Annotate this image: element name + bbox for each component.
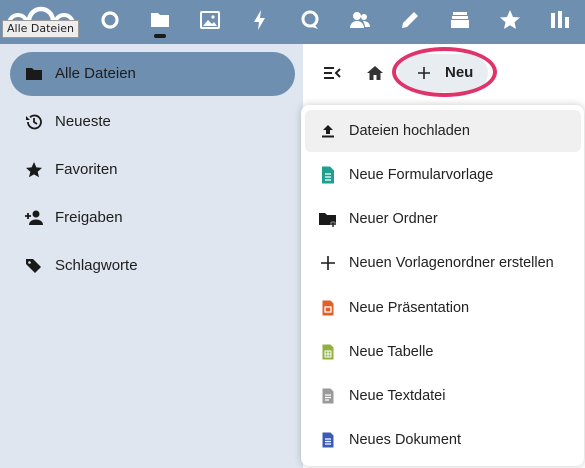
breadcrumb-home-button[interactable] <box>365 63 385 83</box>
menu-item-label: Neues Dokument <box>349 432 462 448</box>
sidebar-item-label: Neueste <box>55 113 111 130</box>
tooltip: Alle Dateien <box>2 20 79 38</box>
new-folder-icon <box>318 209 338 229</box>
new-menu-dropdown: Dateien hochladen Neue Formularvorlage N… <box>301 105 584 466</box>
text-file-icon <box>318 386 338 406</box>
sidebar-item-recent[interactable]: Neueste <box>10 100 295 144</box>
menu-item-label: Neue Formularvorlage <box>349 167 494 183</box>
active-app-indicator <box>154 34 166 38</box>
sidebar-item-label: Alle Dateien <box>55 65 136 82</box>
dashboard-icon[interactable] <box>98 8 122 32</box>
favorites-star-icon[interactable] <box>498 8 522 32</box>
menu-collapse-icon <box>324 67 341 79</box>
new-button-label: Neu <box>445 64 474 81</box>
files-folder-icon[interactable] <box>148 8 172 32</box>
menu-item-new-spreadsheet[interactable]: Neue Tabelle <box>305 331 581 373</box>
sidebar-item-tags[interactable]: Schlagworte <box>10 244 295 288</box>
history-clock-icon <box>24 112 44 132</box>
menu-item-new-form-template[interactable]: Neue Formularvorlage <box>305 154 581 196</box>
analytics-bar-icon[interactable] <box>548 8 572 32</box>
document-icon <box>318 430 338 450</box>
notes-pencil-icon[interactable] <box>398 8 422 32</box>
sidebar-navigation: Alle Dateien Neueste Favoriten Freigaben… <box>0 44 303 468</box>
talk-icon[interactable] <box>298 8 322 32</box>
plus-icon <box>318 253 338 273</box>
share-person-icon <box>24 208 44 228</box>
menu-item-new-text-file[interactable]: Neue Textdatei <box>305 375 581 417</box>
sidebar-item-favorites[interactable]: Favoriten <box>10 148 295 192</box>
activity-lightning-icon[interactable] <box>248 8 272 32</box>
photos-icon[interactable] <box>198 8 222 32</box>
menu-item-upload-files[interactable]: Dateien hochladen <box>305 110 581 152</box>
top-app-bar <box>0 0 585 44</box>
sidebar-item-label: Freigaben <box>55 209 123 226</box>
sidebar-item-all-files[interactable]: Alle Dateien <box>10 52 295 96</box>
presentation-icon <box>318 298 338 318</box>
star-icon <box>24 160 44 180</box>
sidebar-item-shares[interactable]: Freigaben <box>10 196 295 240</box>
menu-item-new-document[interactable]: Neues Dokument <box>305 419 581 461</box>
menu-item-label: Dateien hochladen <box>349 123 470 139</box>
sidebar-item-label: Schlagworte <box>55 257 138 274</box>
menu-item-label: Neue Tabelle <box>349 344 434 360</box>
upload-icon <box>318 121 338 141</box>
menu-item-new-folder[interactable]: Neuer Ordner <box>305 198 581 240</box>
menu-item-label: Neue Textdatei <box>349 388 446 404</box>
deck-icon[interactable] <box>448 8 472 32</box>
sidebar-item-label: Favoriten <box>55 161 118 178</box>
menu-item-label: Neuer Ordner <box>349 211 438 227</box>
plus-icon <box>416 65 432 81</box>
contacts-icon[interactable] <box>348 8 372 32</box>
menu-item-label: Neuen Vorlagenordner erstellen <box>349 255 554 271</box>
menu-item-label: Neue Präsentation <box>349 300 470 316</box>
toggle-navigation-button[interactable] <box>321 62 343 84</box>
folder-icon <box>24 64 44 84</box>
new-button[interactable]: Neu <box>398 54 488 92</box>
menu-item-new-template-folder[interactable]: Neuen Vorlagenordner erstellen <box>305 242 581 284</box>
tag-icon <box>24 256 44 276</box>
menu-item-new-presentation[interactable]: Neue Präsentation <box>305 287 581 329</box>
home-icon <box>367 66 383 80</box>
form-template-icon <box>318 165 338 185</box>
spreadsheet-icon <box>318 342 338 362</box>
